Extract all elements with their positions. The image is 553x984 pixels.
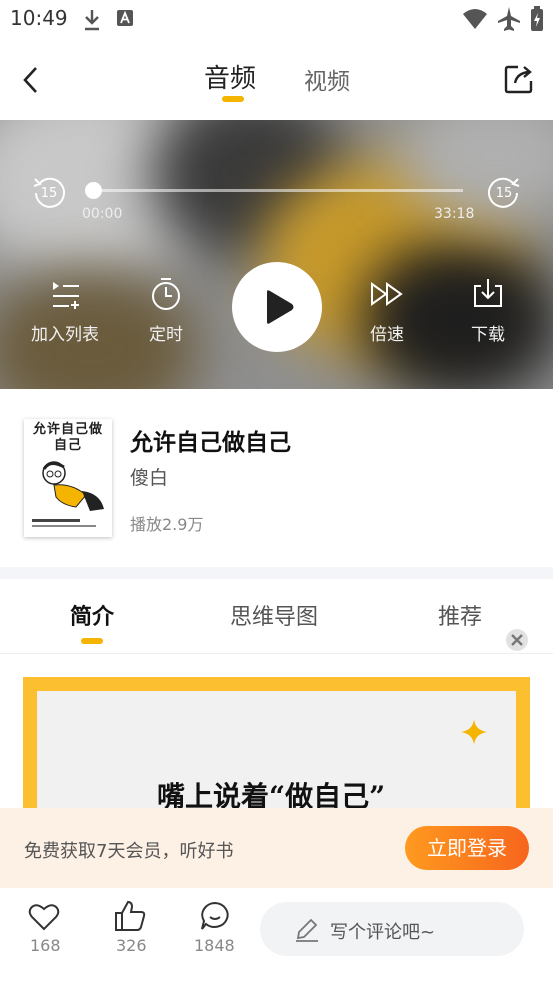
speed-icon[interactable] [369, 280, 405, 308]
timer-label[interactable]: 定时 [149, 320, 183, 345]
pencil-icon [296, 918, 318, 942]
comment-count: 1848 [194, 936, 235, 955]
cover-illustration [42, 461, 104, 511]
skip-forward-label: 15 [496, 186, 513, 201]
tab-intro[interactable]: 简介 [70, 599, 114, 631]
bg-blur [360, 240, 553, 389]
promo-banner: 免费获取7天会员，听好书 立即登录 [0, 808, 553, 888]
progress-thumb[interactable] [85, 182, 102, 199]
section-divider [0, 567, 553, 579]
book-cover[interactable]: 允许自己做自己 [24, 419, 112, 537]
top-nav: 音频 视频 [0, 40, 553, 120]
comment-icon[interactable] [200, 901, 230, 933]
login-button[interactable]: 立即登录 [405, 826, 529, 870]
content-tabs: 简介 思维导图 推荐 [0, 579, 553, 654]
cover-title: 允许自己做自己 [32, 422, 103, 453]
skip-back-label: 15 [41, 186, 58, 201]
download-status-icon [85, 10, 99, 31]
duration-time: 33:18 [434, 206, 475, 222]
sparkle-icon [461, 719, 487, 745]
bottom-bar: 168 326 1848 写个评论吧~ [0, 888, 553, 984]
cover-text-line [32, 519, 80, 522]
book-title: 允许自己做自己 [130, 430, 291, 456]
thumbs-up-icon[interactable] [113, 900, 147, 932]
play-icon [267, 290, 294, 324]
tab-intro-indicator [81, 638, 103, 644]
elapsed-time: 00:00 [82, 206, 123, 222]
thumbs-count: 326 [116, 936, 147, 955]
like-count: 168 [30, 936, 61, 955]
book-info[interactable]: 允许自己做自己 允许自己做自己 傻白 播放2.9万 [0, 389, 553, 567]
keyboard-status-icon [117, 10, 133, 26]
tab-recommend[interactable]: 推荐 [438, 599, 482, 631]
close-button[interactable] [506, 629, 528, 651]
skip-back-icon[interactable]: 15 [32, 175, 66, 209]
status-time: 10:49 [10, 6, 68, 30]
timer-icon[interactable] [149, 276, 183, 312]
cover-text-line [32, 525, 96, 527]
back-icon[interactable] [20, 66, 42, 94]
battery-charging-icon [531, 6, 543, 31]
speed-label[interactable]: 倍速 [370, 320, 404, 345]
tab-audio-indicator [222, 96, 244, 102]
status-bar: 10:49 [0, 0, 553, 40]
close-icon [511, 634, 523, 646]
skip-forward-icon[interactable]: 15 [487, 175, 521, 209]
tab-mindmap[interactable]: 思维导图 [230, 599, 318, 631]
play-button[interactable] [232, 262, 322, 352]
play-count: 播放2.9万 [130, 515, 204, 534]
airplane-mode-icon [498, 7, 520, 31]
heart-icon[interactable] [28, 902, 60, 932]
tab-video[interactable]: 视频 [304, 62, 350, 96]
download-label[interactable]: 下载 [471, 320, 505, 345]
tab-audio[interactable]: 音频 [204, 58, 256, 95]
share-icon[interactable] [503, 63, 537, 95]
wifi-icon [463, 9, 487, 29]
comment-placeholder: 写个评论吧~ [330, 922, 436, 943]
audio-player: 15 00:00 33:18 15 加入列表 定时 倍速 下载 [0, 120, 553, 389]
progress-track[interactable] [92, 189, 463, 192]
add-to-list-label[interactable]: 加入列表 [31, 320, 99, 345]
promo-text: 免费获取7天会员，听好书 [24, 841, 234, 862]
add-to-list-icon[interactable] [50, 278, 82, 310]
book-author[interactable]: 傻白 [130, 463, 168, 490]
comment-input[interactable]: 写个评论吧~ [260, 902, 524, 956]
download-icon[interactable] [471, 276, 505, 310]
